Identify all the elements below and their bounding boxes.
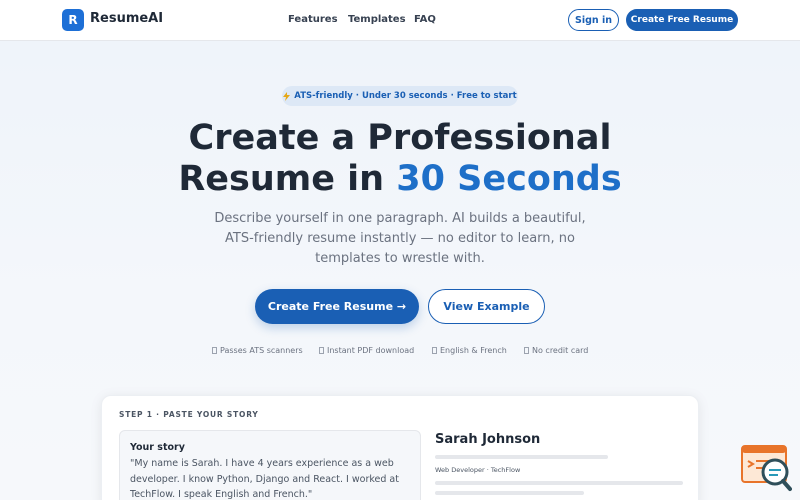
search-assistant-widget[interactable]	[740, 443, 792, 495]
sign-in-button[interactable]: Sign in	[568, 9, 619, 31]
feature-label: No credit card	[532, 346, 589, 355]
story-title: Your story	[130, 442, 185, 453]
nav-link-templates[interactable]: Templates	[348, 14, 406, 25]
create-free-resume-button[interactable]: Create Free Resume →	[255, 289, 419, 324]
nav-link-faq[interactable]: FAQ	[414, 14, 436, 25]
resume-preview-name: Sarah Johnson	[435, 432, 541, 447]
story-textarea[interactable]: Your story "My name is Sarah. I have 4 y…	[119, 430, 421, 500]
feature-list: Passes ATS scanners Instant PDF download…	[0, 346, 800, 358]
step-label: STEP 1 · PASTE YOUR STORY	[119, 410, 259, 419]
top-navbar: R ResumeAI Features Templates FAQ Sign i…	[0, 0, 800, 41]
preview-placeholder-line	[435, 491, 584, 495]
lightning-icon	[283, 91, 291, 101]
feature-item: Passes ATS scanners	[212, 346, 303, 355]
hero-badge: ATS-friendly · Under 30 seconds · Free t…	[282, 86, 518, 106]
hero-title: Create a Professional Resume in 30 Secon…	[0, 118, 800, 200]
view-example-button[interactable]: View Example	[428, 289, 545, 324]
search-assistant-icon	[741, 445, 792, 491]
download-icon	[319, 347, 324, 354]
hero-badge-text: ATS-friendly · Under 30 seconds · Free t…	[294, 91, 517, 101]
feature-item: No credit card	[524, 346, 588, 355]
logo-icon[interactable]: R	[62, 9, 84, 31]
nav-link-features[interactable]: Features	[288, 14, 338, 25]
feature-item: Instant PDF download	[319, 346, 414, 355]
hero-title-accent: 30 Seconds	[396, 159, 622, 199]
hero-title-line2-prefix: Resume in	[178, 159, 397, 199]
preview-placeholder-line	[435, 481, 683, 485]
hero-title-line2: Resume in 30 Seconds	[0, 159, 800, 200]
demo-card: STEP 1 · PASTE YOUR STORY Your story "My…	[101, 395, 699, 500]
globe-icon	[432, 347, 437, 354]
feature-label: Passes ATS scanners	[220, 346, 303, 355]
resume-preview-role: Web Developer · TechFlow	[435, 466, 521, 474]
preview-placeholder-line	[435, 455, 608, 459]
brand-name[interactable]: ResumeAI	[90, 11, 163, 26]
nav-create-resume-button[interactable]: Create Free Resume	[626, 9, 738, 31]
hero-subtitle: Describe yourself in one paragraph. AI b…	[214, 211, 586, 266]
card-icon	[524, 347, 529, 354]
feature-item: English & French	[432, 346, 507, 355]
story-text: "My name is Sarah. I have 4 years experi…	[130, 458, 399, 500]
feature-label: Instant PDF download	[327, 346, 415, 355]
hero-title-line1: Create a Professional	[188, 118, 612, 158]
check-icon	[212, 347, 217, 354]
feature-label: English & French	[440, 346, 507, 355]
